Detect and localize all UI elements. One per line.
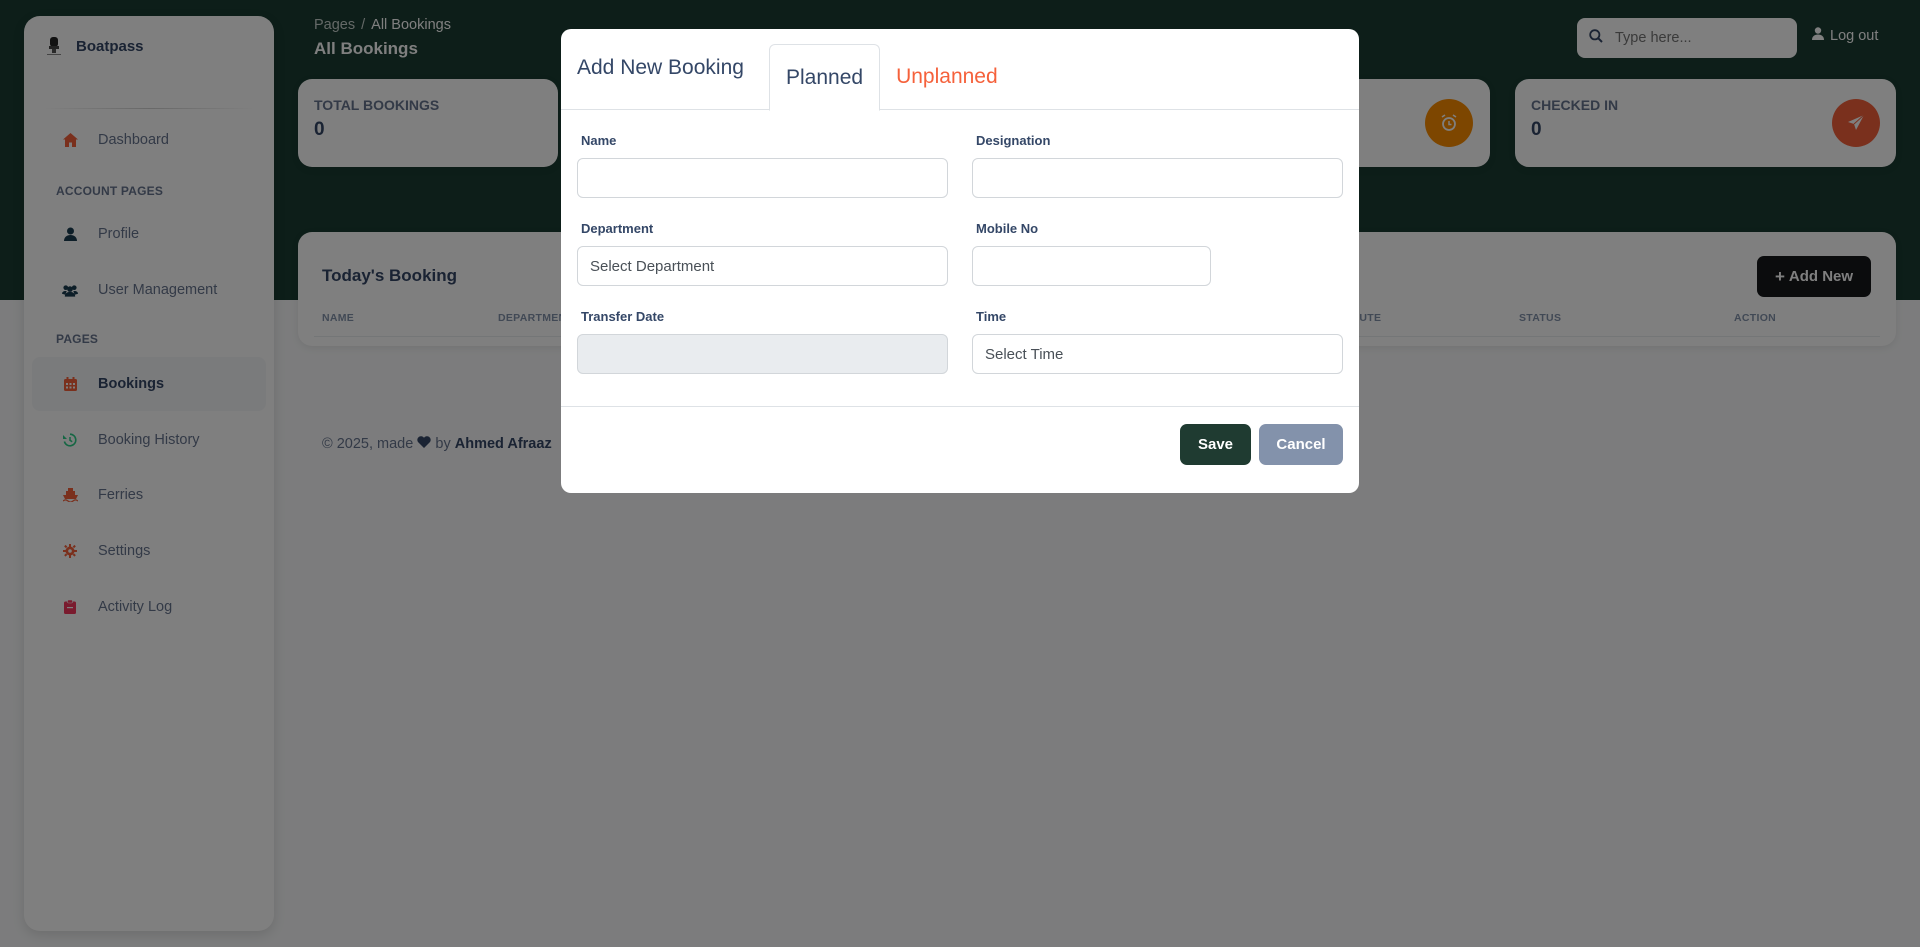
time-label: Time: [976, 309, 1007, 324]
add-booking-modal: Add New Booking Planned Unplanned Name D…: [561, 29, 1359, 493]
mobile-field[interactable]: [972, 246, 1211, 286]
name-field[interactable]: [577, 158, 948, 198]
tab-planned[interactable]: Planned: [769, 44, 881, 111]
modal-title: Add New Booking: [577, 56, 744, 79]
designation-field[interactable]: [972, 158, 1343, 198]
mobile-label: Mobile No: [976, 221, 1039, 236]
tab-unplanned[interactable]: Unplanned: [880, 44, 1014, 110]
designation-label: Designation: [976, 133, 1051, 148]
department-label: Department: [581, 221, 654, 236]
transfer-date-field[interactable]: [577, 334, 948, 374]
department-select[interactable]: Select Department: [577, 246, 948, 286]
booking-type-tabs: Planned Unplanned: [769, 44, 1014, 111]
transfer-date-label: Transfer Date: [581, 309, 665, 324]
save-button[interactable]: Save: [1180, 424, 1251, 465]
name-label: Name: [581, 133, 617, 148]
cancel-button[interactable]: Cancel: [1259, 424, 1343, 465]
modal-header: Add New Booking Planned Unplanned: [561, 29, 1359, 111]
modal-footer-divider: [561, 406, 1359, 407]
time-select[interactable]: Select Time: [972, 334, 1343, 374]
